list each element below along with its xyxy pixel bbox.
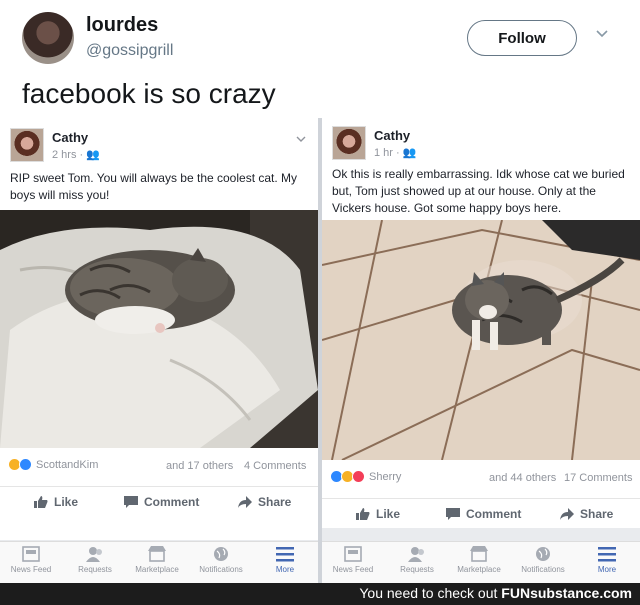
tab-news-feed[interactable]: News Feed [2, 546, 60, 574]
tab-label: News Feed [332, 565, 374, 574]
reaction-name: ScottandKim [36, 458, 99, 471]
tab-label: News Feed [10, 565, 52, 574]
avatar[interactable] [22, 12, 74, 64]
chevron-down-icon[interactable] [296, 134, 306, 144]
bottom-tab-bar: News Feed Requests Marketplace Notificat… [322, 541, 640, 583]
love-reaction-icon [352, 470, 365, 483]
post-text: Ok this is really embarrassing. Idk whos… [332, 167, 625, 215]
reaction-summary[interactable]: Sherry [330, 470, 401, 483]
post-card: Cathy 2 hrs · 👥 RIP sweet Tom. You will … [0, 118, 318, 538]
tab-requests[interactable]: Requests [388, 546, 446, 574]
like-reaction-icon [19, 458, 32, 471]
post-text: RIP sweet Tom. You will always be the co… [10, 171, 298, 202]
comments-count[interactable]: 17 Comments [564, 472, 632, 484]
next-post-peek [0, 530, 318, 540]
tab-label: Requests [400, 565, 434, 574]
post-time: 1 hr · 👥 [374, 147, 417, 159]
post-author[interactable]: Cathy [374, 128, 410, 143]
tab-marketplace[interactable]: Marketplace [450, 546, 508, 574]
tab-label: Notifications [521, 565, 565, 574]
tab-label: More [275, 565, 295, 574]
tab-label: Marketplace [457, 565, 501, 574]
watermark-text: You need to check out FUNsubstance.com [359, 585, 632, 601]
share-button[interactable]: Share [560, 499, 613, 529]
share-label: Share [258, 495, 292, 509]
bottom-tab-bar: News Feed Requests Marketplace Notificat… [0, 541, 318, 583]
tab-label: Requests [78, 565, 112, 574]
reaction-summary[interactable]: ScottandKim [8, 458, 98, 471]
post-time: 2 hrs · 👥 [52, 149, 100, 161]
user-handle[interactable]: @gossipgrill [86, 42, 173, 60]
comment-icon [124, 496, 138, 508]
comment-button[interactable]: Comment [446, 499, 521, 529]
like-label: Like [376, 507, 401, 521]
comment-label: Comment [466, 507, 522, 521]
tab-label: More [597, 565, 617, 574]
thumbs-up-icon [34, 496, 48, 508]
friend-requests-icon [86, 547, 102, 562]
globe-icon [214, 547, 228, 561]
post-author[interactable]: Cathy [52, 130, 88, 145]
post-actions: Like Comment Share [322, 498, 640, 528]
tab-notifications[interactable]: Notifications [192, 546, 250, 574]
tab-label: Notifications [199, 565, 243, 574]
tab-more[interactable]: More [578, 546, 636, 574]
post-card: Cathy 1 hr · 👥 Ok this is really embarra… [322, 118, 640, 528]
hamburger-menu-icon [598, 547, 616, 562]
cat-on-tile-floor-photo[interactable] [322, 220, 640, 460]
friend-requests-icon [408, 547, 424, 562]
like-label: Like [54, 495, 79, 509]
comment-label: Comment [144, 495, 200, 509]
share-arrow-icon [560, 508, 574, 520]
comment-icon [446, 508, 460, 520]
post-actions: Like Comment Share [0, 486, 318, 516]
others-count[interactable]: and 44 others [489, 472, 556, 484]
thumbs-up-icon [356, 508, 370, 520]
share-button[interactable]: Share [238, 487, 291, 517]
cat-on-blanket-photo[interactable] [0, 210, 318, 448]
follow-button[interactable]: Follow [467, 20, 577, 56]
hamburger-menu-icon [276, 547, 294, 562]
share-label: Share [580, 507, 614, 521]
tab-label: Marketplace [135, 565, 179, 574]
watermark-prefix: You need to check out [359, 585, 498, 601]
reaction-name: Sherry [369, 470, 402, 483]
news-feed-icon [22, 546, 40, 562]
friends-icon: 👥 [86, 149, 100, 161]
others-count[interactable]: and 17 others [166, 460, 233, 472]
tweet-text: facebook is so crazy [22, 78, 276, 109]
watermark-bar: You need to check out FUNsubstance.com [0, 583, 640, 605]
avatar[interactable] [10, 128, 44, 162]
facebook-post-left: Cathy 2 hrs · 👥 RIP sweet Tom. You will … [0, 118, 318, 583]
tab-news-feed[interactable]: News Feed [324, 546, 382, 574]
comment-button[interactable]: Comment [124, 487, 199, 517]
like-button[interactable]: Like [34, 487, 78, 517]
tweet-header: lourdes @gossipgrill Follow facebook is … [0, 0, 640, 120]
tab-requests[interactable]: Requests [66, 546, 124, 574]
display-name[interactable]: lourdes [86, 14, 158, 37]
news-feed-icon [344, 546, 362, 562]
friends-icon: 👥 [402, 147, 417, 159]
avatar[interactable] [332, 126, 366, 160]
marketplace-icon [148, 546, 166, 562]
tab-notifications[interactable]: Notifications [514, 546, 572, 574]
globe-icon [536, 547, 550, 561]
marketplace-icon [470, 546, 488, 562]
tab-more[interactable]: More [256, 546, 314, 574]
tab-marketplace[interactable]: Marketplace [128, 546, 186, 574]
watermark-brand: FUNsubstance.com [501, 585, 632, 601]
comments-count[interactable]: 4 Comments [244, 460, 306, 472]
share-arrow-icon [238, 496, 252, 508]
facebook-post-right: Cathy 1 hr · 👥 Ok this is really embarra… [322, 118, 640, 583]
chevron-down-icon[interactable] [596, 28, 608, 40]
like-button[interactable]: Like [356, 499, 400, 529]
